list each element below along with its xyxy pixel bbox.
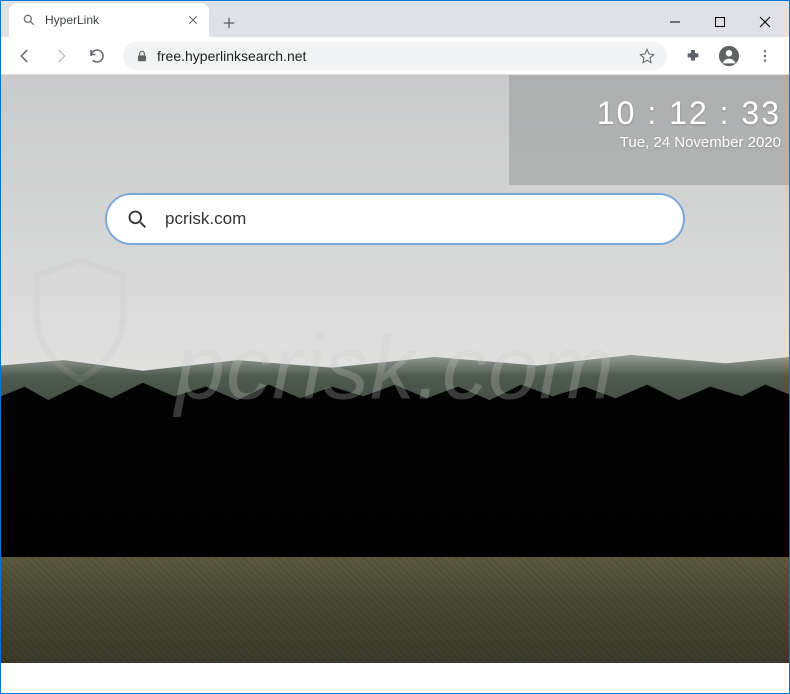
tab-title: HyperLink <box>45 13 177 27</box>
back-button[interactable] <box>9 40 41 72</box>
lock-icon <box>135 49 149 63</box>
page-content: pcrisk.com 10 : 12 : 33 Tue, 24 November… <box>1 75 789 663</box>
kebab-menu-button[interactable] <box>749 40 781 72</box>
tab-close-icon[interactable] <box>185 12 201 28</box>
browser-tab[interactable]: HyperLink <box>9 3 209 37</box>
search-favicon-icon <box>21 12 37 28</box>
url-text: free.hyperlinksearch.net <box>157 48 631 64</box>
browser-toolbar: free.hyperlinksearch.net <box>1 37 789 75</box>
new-tab-button[interactable] <box>215 9 243 37</box>
clock-time: 10 : 12 : 33 <box>597 95 781 132</box>
search-icon <box>127 209 147 229</box>
close-window-button[interactable] <box>742 8 787 36</box>
search-box[interactable] <box>105 193 685 245</box>
bookmark-star-icon[interactable] <box>639 48 655 64</box>
window-controls <box>650 7 789 37</box>
extensions-button[interactable] <box>677 40 709 72</box>
background-trees <box>1 381 789 575</box>
profile-button[interactable] <box>713 40 745 72</box>
address-bar[interactable]: free.hyperlinksearch.net <box>123 42 667 70</box>
search-input[interactable] <box>165 209 663 229</box>
forward-button[interactable] <box>45 40 77 72</box>
search-container <box>105 193 685 245</box>
clock-widget: 10 : 12 : 33 Tue, 24 November 2020 <box>597 95 781 151</box>
background-ground <box>1 557 789 663</box>
browser-window: HyperLink free.hyperlinksea <box>0 0 790 694</box>
clock-date: Tue, 24 November 2020 <box>597 134 781 151</box>
minimize-button[interactable] <box>652 8 697 36</box>
maximize-button[interactable] <box>697 8 742 36</box>
reload-button[interactable] <box>81 40 113 72</box>
tab-strip: HyperLink <box>1 1 789 37</box>
